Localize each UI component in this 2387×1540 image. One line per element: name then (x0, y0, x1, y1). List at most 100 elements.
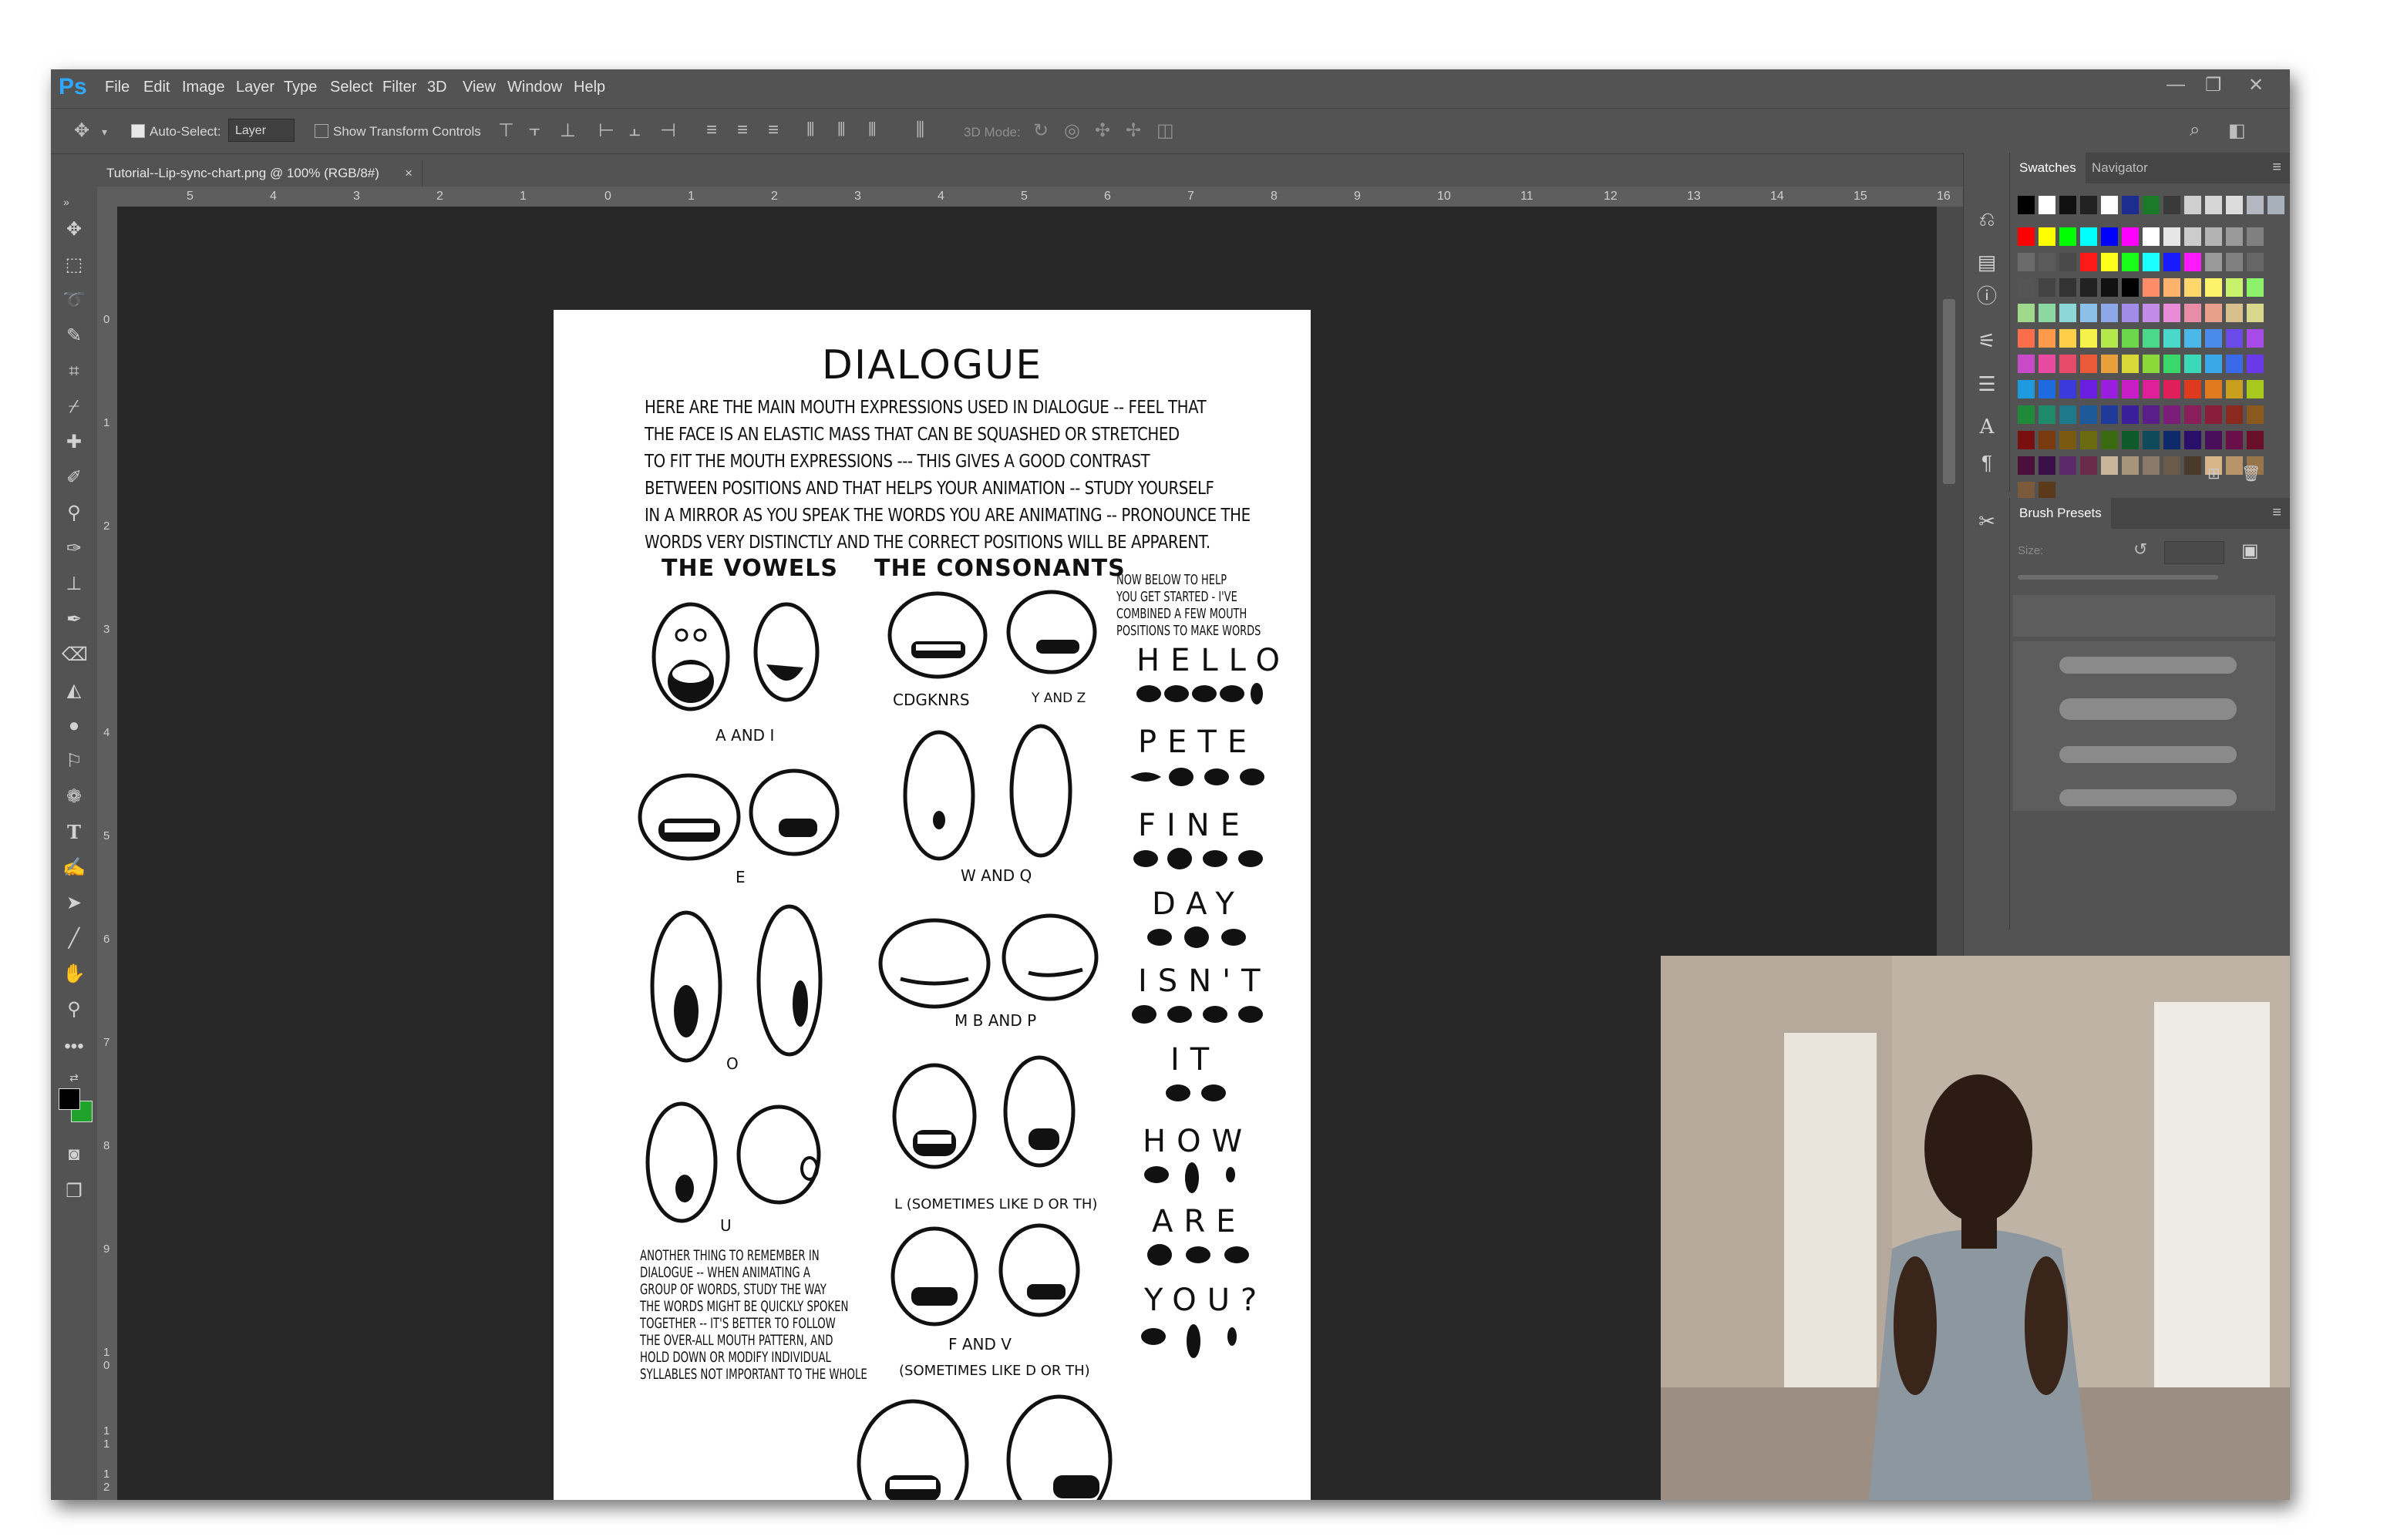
brush-strokes-list[interactable] (2013, 641, 2275, 811)
panel-menu-icon[interactable]: ≡ (2272, 159, 2281, 177)
color-swatch[interactable] (2101, 431, 2118, 449)
3d-roll-icon[interactable]: ◎ (1064, 119, 1080, 142)
menu-image[interactable]: Image (182, 79, 225, 96)
history-panel-icon[interactable]: ⎌ (1973, 205, 2001, 233)
color-swatch[interactable] (2039, 196, 2055, 214)
close-window-button[interactable]: ✕ (2248, 74, 2264, 96)
color-swatch[interactable] (2226, 355, 2243, 373)
tool-presets-icon[interactable]: ✂ (1973, 507, 2001, 535)
art-history-brush-icon[interactable]: ✒ (62, 607, 86, 632)
color-swatch[interactable] (2226, 380, 2243, 398)
color-swatch[interactable] (2101, 456, 2118, 475)
close-tab-button[interactable]: × (405, 160, 412, 187)
color-swatch[interactable] (2226, 253, 2243, 271)
move-tool-icon[interactable]: ✥ (62, 217, 86, 242)
color-swatch[interactable] (2018, 196, 2035, 214)
color-swatch[interactable] (2247, 278, 2264, 297)
marquee-tool-icon[interactable]: ⬚ (62, 253, 86, 277)
brush-settings-icon[interactable]: ▣ (2241, 540, 2259, 562)
libraries-panel-icon[interactable]: ▤ (1973, 248, 2001, 276)
crop-tool-icon[interactable]: ⌗ (62, 359, 86, 384)
color-swatch[interactable] (2039, 380, 2055, 398)
color-swatch[interactable] (2059, 355, 2076, 373)
scrollbar-thumb[interactable] (1943, 299, 1955, 484)
eraser-tool-icon[interactable]: ⌫ (62, 643, 88, 667)
color-swatch[interactable] (2018, 253, 2035, 271)
color-swatch[interactable] (2184, 431, 2201, 449)
color-swatch[interactable] (2101, 253, 2118, 271)
color-swatch[interactable] (2080, 304, 2097, 322)
color-swatch[interactable] (2122, 227, 2139, 246)
color-swatch[interactable] (2184, 329, 2201, 348)
align-vcenter-icon[interactable]: ⫟ (529, 119, 540, 141)
color-swatch[interactable] (2039, 227, 2055, 246)
color-swatch[interactable] (2205, 329, 2222, 348)
color-swatch[interactable] (2101, 329, 2118, 348)
color-swatch[interactable] (2205, 278, 2222, 297)
color-swatch[interactable] (2122, 456, 2139, 475)
color-swatch[interactable] (2184, 227, 2201, 246)
brush-tool-icon[interactable]: ✐ (62, 466, 86, 490)
character-panel-icon[interactable]: A (1973, 413, 2001, 441)
color-swatch[interactable] (2018, 380, 2035, 398)
color-swatch[interactable] (2184, 304, 2201, 322)
color-swatch[interactable] (2101, 304, 2118, 322)
menu-3d[interactable]: 3D (427, 79, 447, 96)
color-swatch[interactable] (2226, 329, 2243, 348)
color-swatch[interactable] (2059, 431, 2076, 449)
color-swatch[interactable] (2226, 196, 2243, 214)
minimize-button[interactable]: — (2166, 74, 2185, 96)
color-swatch[interactable] (2018, 456, 2035, 475)
color-swatch[interactable] (2143, 329, 2160, 348)
menu-select[interactable]: Select (330, 79, 373, 96)
color-swatch[interactable] (2080, 329, 2097, 348)
show-transform-controls-checkbox[interactable] (315, 124, 328, 138)
color-swatch[interactable] (2080, 431, 2097, 449)
menu-type[interactable]: Type (284, 79, 317, 96)
distribute-hcenter-icon[interactable]: ⦀ (837, 119, 846, 141)
quick-mask-icon[interactable]: ◙ (62, 1142, 86, 1167)
color-swatch[interactable] (2247, 253, 2264, 271)
color-swatch[interactable] (2163, 227, 2180, 246)
document-tab[interactable]: Tutorial--Lip-sync-chart.png @ 100% (RGB… (99, 160, 423, 187)
color-swatch[interactable] (2163, 405, 2180, 424)
align-left-icon[interactable]: ⊢ (598, 119, 614, 142)
menu-filter[interactable]: Filter (382, 79, 416, 96)
tab-navigator[interactable]: Navigator (2082, 153, 2157, 183)
color-swatch[interactable] (2018, 329, 2035, 348)
color-swatch[interactable] (2163, 329, 2180, 348)
color-swatch[interactable] (2205, 227, 2222, 246)
color-swatch[interactable] (2018, 405, 2035, 424)
distribute-bottom-icon[interactable]: ≡ (768, 119, 779, 141)
color-swatch[interactable] (2205, 380, 2222, 398)
collapse-tools-icon[interactable]: » (54, 196, 79, 208)
color-swatch[interactable] (2143, 405, 2160, 424)
color-swatch[interactable] (2247, 380, 2264, 398)
color-swatch[interactable] (2184, 456, 2201, 475)
color-swatch[interactable] (2122, 278, 2139, 297)
3d-orbit-icon[interactable]: ↻ (1033, 119, 1049, 142)
pen-tool-icon[interactable]: ✍ (62, 856, 86, 880)
color-swatch[interactable] (2226, 304, 2243, 322)
color-swatch[interactable] (2163, 456, 2180, 475)
color-swatch[interactable] (2122, 405, 2139, 424)
menu-layer[interactable]: Layer (236, 79, 274, 96)
color-swatch[interactable] (2143, 227, 2160, 246)
color-swatch[interactable] (2205, 431, 2222, 449)
align-right-icon[interactable]: ⊣ (660, 119, 676, 142)
color-swatch[interactable] (2101, 355, 2118, 373)
color-swatch[interactable] (2101, 196, 2118, 214)
color-swatch[interactable] (2039, 405, 2055, 424)
color-swatch[interactable] (2080, 253, 2097, 271)
lasso-tool-icon[interactable]: ➰ (62, 288, 86, 313)
color-swatch[interactable] (2163, 196, 2180, 214)
color-swatch[interactable] (2101, 380, 2118, 398)
color-swatch[interactable] (2122, 431, 2139, 449)
restore-button[interactable]: ❐ (2205, 74, 2222, 96)
panel-menu-icon[interactable]: ≡ (2272, 504, 2281, 522)
brush-size-input[interactable] (2164, 541, 2224, 564)
distribute-top-icon[interactable]: ≡ (706, 119, 717, 141)
search-icon[interactable]: ⌕ (2190, 119, 2200, 141)
3d-camera-icon[interactable]: ◫ (1156, 119, 1174, 142)
menu-help[interactable]: Help (574, 79, 605, 96)
